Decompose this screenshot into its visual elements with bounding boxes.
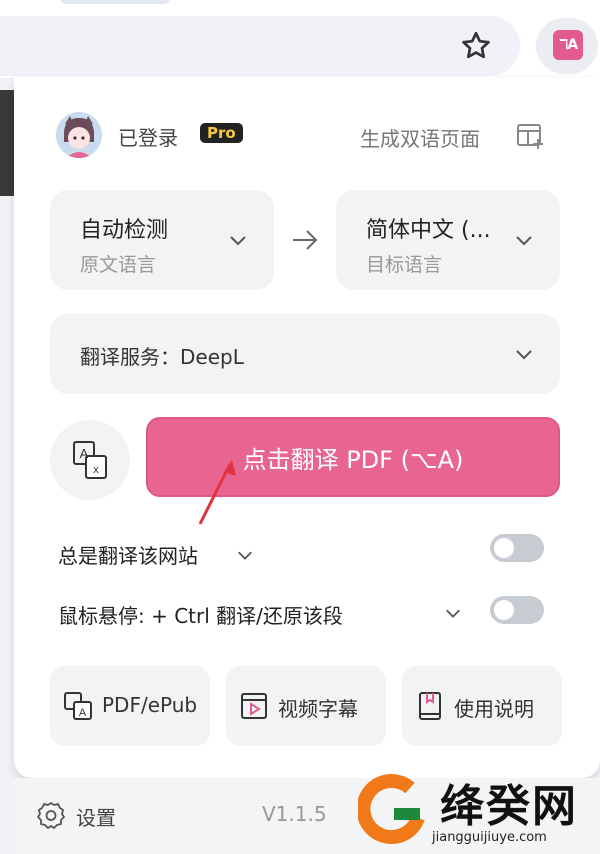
browser-toolbar: ℸA bbox=[0, 0, 600, 78]
version-label: V1.1.5 bbox=[262, 802, 327, 826]
target-language-select[interactable]: 简体中文 (... 目标语言 bbox=[336, 190, 560, 290]
add-page-icon[interactable] bbox=[516, 122, 544, 150]
tool-label: 使用说明 bbox=[454, 697, 534, 721]
hover-translate-toggle[interactable] bbox=[490, 596, 544, 624]
arrow-right-icon bbox=[293, 230, 318, 250]
annotation-arrow-icon bbox=[198, 460, 236, 525]
source-language-label: 原文语言 bbox=[80, 254, 157, 276]
svg-text:A: A bbox=[80, 446, 89, 461]
chevron-down-icon bbox=[516, 236, 532, 246]
toggle-knob bbox=[494, 600, 514, 620]
star-icon[interactable] bbox=[458, 28, 494, 64]
svg-text:A: A bbox=[79, 707, 87, 719]
book-icon bbox=[419, 692, 441, 720]
language-swap-icon: A x bbox=[73, 441, 107, 479]
generate-bilingual-link[interactable]: 生成双语页面 bbox=[360, 123, 480, 152]
toggle-knob bbox=[494, 538, 514, 558]
always-translate-label[interactable]: 总是翻译该网站 bbox=[58, 540, 198, 569]
watermark-name: 绛癸网 bbox=[440, 781, 578, 832]
pdf-epub-button[interactable]: A PDF/ePub bbox=[50, 666, 210, 746]
target-language-label: 目标语言 bbox=[366, 254, 443, 276]
hover-translate-label: 鼠标悬停: + Ctrl 翻译/还原该段 bbox=[58, 604, 343, 628]
translation-service-select[interactable]: 翻译服务：DeepL bbox=[50, 314, 560, 394]
video-icon bbox=[241, 693, 267, 719]
tool-label: PDF/ePub bbox=[102, 693, 198, 717]
extension-button[interactable]: ℸA bbox=[536, 18, 598, 74]
chevron-down-icon bbox=[230, 236, 246, 246]
settings-link[interactable]: 设置 bbox=[76, 802, 116, 831]
chevron-down-icon bbox=[516, 350, 532, 360]
pro-badge: Pro bbox=[200, 123, 243, 143]
pdf-icon: A bbox=[64, 692, 92, 720]
watermark-logo-icon bbox=[358, 774, 425, 844]
extension-popup: 已登录 Pro 生成双语页面 自动检测 原文语言 简体中文 (... 目标语言 … bbox=[14, 78, 600, 778]
translate-icon: ℸA bbox=[553, 30, 583, 60]
gear-icon[interactable] bbox=[36, 800, 66, 830]
video-subtitles-button[interactable]: 视频字幕 bbox=[226, 666, 386, 746]
target-language-value: 简体中文 (... bbox=[366, 218, 491, 243]
source-language-value: 自动检测 bbox=[80, 218, 169, 243]
login-status: 已登录 bbox=[118, 126, 178, 150]
source-language-select[interactable]: 自动检测 原文语言 bbox=[50, 190, 274, 290]
always-translate-toggle[interactable] bbox=[490, 534, 544, 562]
avatar-icon[interactable] bbox=[56, 112, 102, 158]
tab-strip bbox=[60, 0, 170, 4]
address-bar[interactable] bbox=[0, 16, 520, 76]
svg-text:x: x bbox=[93, 464, 99, 476]
watermark-url: jiangguijiuye.com bbox=[432, 830, 547, 845]
user-guide-button[interactable]: 使用说明 bbox=[402, 666, 562, 746]
translate-style-button[interactable]: A x bbox=[50, 420, 130, 500]
chevron-down-icon[interactable] bbox=[236, 546, 254, 564]
translation-service-label: 翻译服务：DeepL bbox=[80, 345, 244, 369]
page-background-strip bbox=[0, 90, 14, 196]
chevron-down-icon[interactable] bbox=[444, 604, 462, 622]
tool-label: 视频字幕 bbox=[278, 697, 358, 721]
